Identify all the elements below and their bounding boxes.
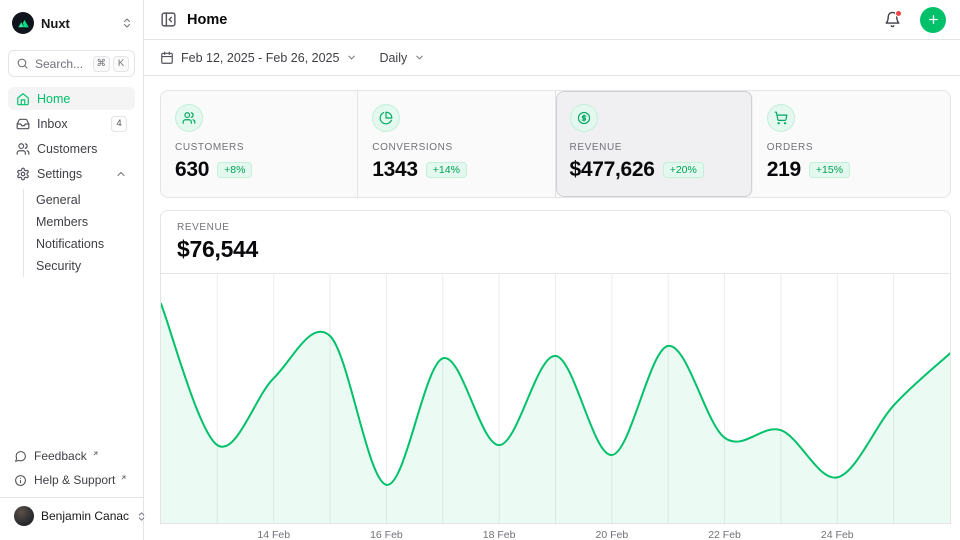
- users-icon: [175, 104, 203, 132]
- settings-submenu: General Members Notifications Security: [23, 189, 135, 277]
- message-circle-icon: [14, 450, 27, 463]
- sidebar-item-customers[interactable]: Customers: [8, 137, 135, 160]
- gear-icon: [16, 167, 30, 181]
- users-icon: [16, 142, 30, 156]
- chart-label: REVENUE: [177, 222, 934, 233]
- stat-delta-badge: +14%: [426, 162, 467, 178]
- info-circle-icon: [14, 474, 27, 487]
- plus-icon: [927, 13, 940, 26]
- kbd-key: K: [113, 56, 129, 72]
- sidebar-item-inbox[interactable]: Inbox 4: [8, 112, 135, 135]
- stat-card-customers[interactable]: CUSTOMERS 630 +8%: [161, 91, 358, 197]
- search-icon: [16, 57, 29, 70]
- date-range-label: Feb 12, 2025 - Feb 26, 2025: [181, 51, 339, 65]
- stat-delta-badge: +8%: [217, 162, 252, 178]
- pie-chart-icon: [372, 104, 400, 132]
- stat-card-revenue[interactable]: REVENUE $477,626 +20%: [556, 91, 753, 197]
- chevron-down-icon: [346, 52, 357, 63]
- workspace-selector[interactable]: Nuxt: [8, 8, 135, 38]
- help-support-link[interactable]: Help & Support: [8, 469, 135, 491]
- sidebar-item-members[interactable]: Members: [24, 211, 135, 233]
- stat-label: REVENUE: [570, 142, 738, 153]
- user-avatar: [14, 506, 34, 526]
- user-name: Benjamin Canac: [41, 509, 129, 523]
- sidebar-item-label: Inbox: [37, 117, 104, 131]
- app-window: Nuxt ⌘ K Home: [0, 0, 960, 540]
- chevron-up-icon: [115, 168, 127, 180]
- stat-value: 1343: [372, 158, 418, 182]
- revenue-chart[interactable]: 14 Feb16 Feb18 Feb20 Feb22 Feb24 Feb: [161, 274, 950, 524]
- workspace-name: Nuxt: [41, 16, 114, 31]
- date-range-picker[interactable]: Feb 12, 2025 - Feb 26, 2025: [160, 51, 357, 65]
- x-tick-label: 14 Feb: [257, 529, 290, 540]
- external-link-icon: [92, 450, 99, 457]
- sidebar-footer: Feedback Help & Support: [8, 445, 135, 497]
- add-button[interactable]: [920, 7, 946, 33]
- chevron-down-icon: [414, 52, 425, 63]
- sidebar-item-security[interactable]: Security: [24, 255, 135, 277]
- x-tick-label: 16 Feb: [370, 529, 403, 540]
- stat-label: CONVERSIONS: [372, 142, 540, 153]
- help-support-label: Help & Support: [34, 473, 115, 487]
- external-link-icon: [120, 474, 127, 481]
- sidebar-item-settings[interactable]: Settings: [8, 162, 135, 185]
- home-icon: [16, 92, 30, 106]
- x-tick-label: 20 Feb: [595, 529, 628, 540]
- feedback-link[interactable]: Feedback: [8, 445, 135, 467]
- stat-label: CUSTOMERS: [175, 142, 343, 153]
- page-header: Home: [144, 0, 960, 40]
- kbd-meta: ⌘: [93, 56, 111, 72]
- sidebar-item-notifications[interactable]: Notifications: [24, 233, 135, 255]
- stat-delta-badge: +15%: [809, 162, 850, 178]
- stat-label: ORDERS: [767, 142, 936, 153]
- revenue-chart-svg: [161, 274, 950, 524]
- user-menu[interactable]: Benjamin Canac: [0, 497, 143, 532]
- x-tick-label: 18 Feb: [483, 529, 516, 540]
- stats-grid: CUSTOMERS 630 +8% CONVERSIONS 1343 +14%: [160, 90, 951, 198]
- revenue-chart-card: REVENUE $76,544 14 Feb16 Feb18 Feb20 Feb…: [160, 210, 951, 524]
- feedback-label: Feedback: [34, 449, 87, 463]
- chart-total-value: $76,544: [177, 236, 934, 263]
- sidebar: Nuxt ⌘ K Home: [0, 0, 144, 540]
- sidebar-item-home[interactable]: Home: [8, 87, 135, 110]
- inbox-count-badge: 4: [111, 116, 127, 132]
- sidebar-item-label: Customers: [37, 142, 127, 156]
- stat-value: 630: [175, 158, 209, 182]
- x-axis-ticks: 14 Feb 16 Feb 18 Feb 20 Feb 22 Feb 24 Feb: [161, 524, 950, 540]
- chevrons-up-down-icon: [121, 17, 133, 29]
- search-shortcut: ⌘ K: [93, 56, 130, 72]
- x-tick-label: 22 Feb: [708, 529, 741, 540]
- stat-value: 219: [767, 158, 801, 182]
- page-title: Home: [187, 12, 868, 28]
- sidebar-item-label: Settings: [37, 167, 108, 181]
- stat-value: $477,626: [570, 158, 655, 182]
- chart-header: REVENUE $76,544: [161, 211, 950, 274]
- sidebar-item-general[interactable]: General: [24, 189, 135, 211]
- inbox-icon: [16, 117, 30, 131]
- content-area: CUSTOMERS 630 +8% CONVERSIONS 1343 +14%: [144, 76, 960, 524]
- period-select[interactable]: Daily: [379, 51, 425, 65]
- filters-toolbar: Feb 12, 2025 - Feb 26, 2025 Daily: [144, 40, 960, 76]
- x-tick-label: 24 Feb: [821, 529, 854, 540]
- notifications-button[interactable]: [878, 6, 906, 34]
- stat-delta-badge: +20%: [663, 162, 704, 178]
- period-label: Daily: [379, 51, 407, 65]
- stat-card-conversions[interactable]: CONVERSIONS 1343 +14%: [358, 91, 555, 197]
- sidebar-nav: Home Inbox 4 Customers Settings: [8, 87, 135, 279]
- stat-card-orders[interactable]: ORDERS 219 +15%: [753, 91, 950, 197]
- nuxt-logo-icon: [12, 12, 34, 34]
- sidebar-item-label: Home: [37, 92, 127, 106]
- sidebar-collapse-icon[interactable]: [160, 11, 177, 28]
- search-input-wrapper[interactable]: ⌘ K: [8, 50, 135, 77]
- main-panel: Home Feb 12, 2025 - Feb 26, 2025 Daily: [144, 0, 960, 540]
- notification-dot: [895, 10, 902, 17]
- dollar-circle-icon: [570, 104, 598, 132]
- calendar-icon: [160, 51, 174, 65]
- cart-icon: [767, 104, 795, 132]
- search-input[interactable]: [35, 57, 87, 71]
